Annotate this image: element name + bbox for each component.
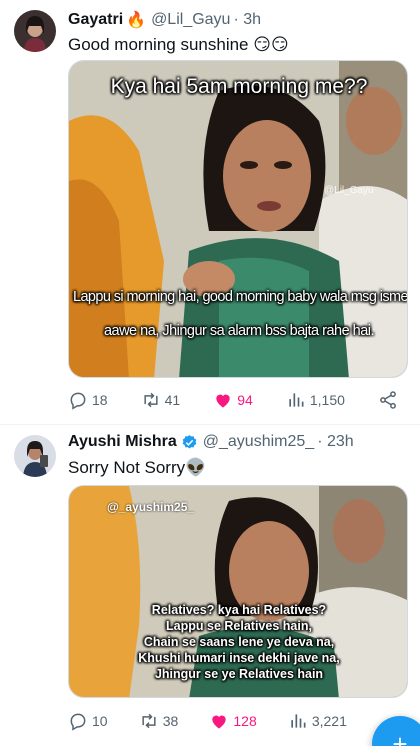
reply-count: 10 — [92, 713, 108, 729]
like-count: 94 — [237, 392, 253, 408]
author-name[interactable]: Ayushi Mishra — [68, 433, 177, 451]
tweet-header: Ayushi Mishra @_ayushim25_ · 23h — [68, 433, 354, 451]
retweet-button[interactable]: 41 — [141, 390, 181, 410]
author-name[interactable]: Gayatri — [68, 11, 123, 29]
author-handle[interactable]: @_ayushim25_ — [203, 433, 314, 451]
views-count: 3,221 — [311, 713, 347, 729]
meme-caption-line: Jhingur se ye Relatives hain — [154, 667, 324, 681]
reply-icon — [70, 713, 86, 731]
meme-caption-line: Relatives? kya hai Relatives? — [151, 603, 327, 617]
tweet-actions: 10 38 128 3,221 — [68, 709, 398, 733]
avatar-ayushi[interactable] — [14, 435, 56, 477]
meme-top-caption: Kya hai 5am morning me?? — [110, 75, 368, 98]
retweet-count: 41 — [164, 392, 181, 408]
meme-caption-line: Lappu se Relatives hain, — [166, 619, 312, 633]
views-count: 1,150 — [309, 392, 345, 408]
views-icon — [291, 714, 306, 728]
heart-icon — [216, 394, 230, 408]
tweet-time[interactable]: · 3h — [233, 11, 261, 29]
tweet-text: Good morning sunshine 😏😏 — [68, 35, 289, 54]
tweet-text: Sorry Not Sorry👽 — [68, 458, 207, 477]
tweet-header: Gayatri 🔥 @Lil_Gayu · 3h — [68, 10, 261, 30]
reply-button[interactable]: 18 — [68, 390, 108, 410]
meme-watermark: @_ayushim25_ — [107, 500, 195, 514]
share-button[interactable] — [378, 390, 398, 410]
tweet-1[interactable]: Gayatri 🔥 @Lil_Gayu · 3h Good morning su… — [0, 0, 420, 424]
heart-icon — [212, 715, 227, 729]
avatar-gayatri[interactable] — [14, 10, 56, 52]
tweet-time[interactable]: · 23h — [317, 433, 353, 451]
tweet-media[interactable]: Kya hai 5am morning me?? @Lil_Gayu Lappu… — [68, 60, 408, 378]
verified-badge-icon — [182, 434, 197, 449]
reply-button[interactable]: 10 — [68, 711, 108, 731]
reply-icon — [70, 392, 86, 410]
meme-bottom-line-2: aawe na, Jhingur sa alarm bss bajta rahe… — [103, 323, 375, 339]
like-count: 128 — [233, 713, 257, 729]
views-button[interactable]: 1,150 — [286, 390, 345, 410]
compose-icon: + — [392, 728, 408, 746]
tweet-actions: 18 41 94 1,150 — [68, 388, 398, 412]
meme-caption-block: Relatives? kya hai Relatives? Lappu se R… — [69, 602, 407, 682]
tweet-2[interactable]: Ayushi Mishra @_ayushim25_ · 23h Sorry N… — [0, 425, 420, 746]
like-button[interactable]: 94 — [213, 390, 253, 410]
retweet-button[interactable]: 38 — [139, 711, 179, 731]
views-icon — [289, 393, 304, 407]
meme-caption-line: Chain se saans lene ye deva na, — [143, 635, 335, 649]
fire-emoji: 🔥 — [126, 12, 147, 29]
reply-count: 18 — [92, 392, 108, 408]
retweet-icon — [142, 713, 156, 729]
meme-caption-line: Khushi humari inse dekhi jave na, — [138, 651, 340, 665]
views-button[interactable]: 3,221 — [288, 711, 347, 731]
share-icon — [380, 391, 396, 409]
meme-bottom-line-1: Lappu si morning hai, good morning baby … — [73, 289, 408, 305]
retweet-icon — [144, 392, 158, 408]
author-handle[interactable]: @Lil_Gayu — [151, 11, 230, 29]
retweet-count: 38 — [162, 713, 179, 729]
tweet-media[interactable]: @_ayushim25_ Relatives? kya hai Relative… — [68, 485, 408, 698]
meme-watermark: @Lil_Gayu — [324, 185, 374, 196]
like-button[interactable]: 128 — [209, 711, 257, 731]
